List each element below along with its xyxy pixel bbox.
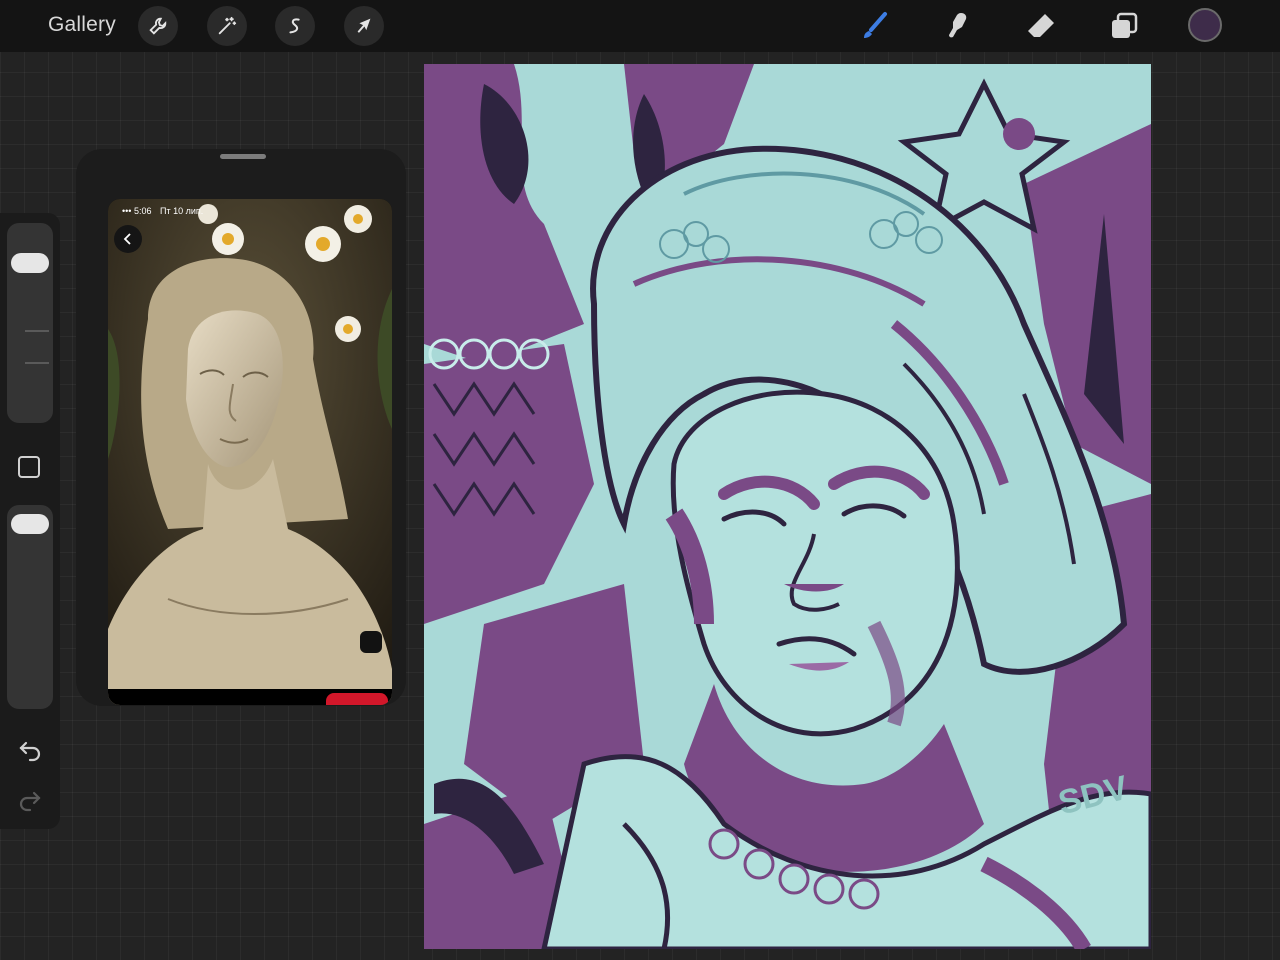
brush-size-handle[interactable]: [11, 252, 49, 273]
brush-icon: [864, 12, 887, 38]
phone-action-button[interactable]: [326, 693, 388, 705]
top-toolbar: Gallery: [0, 0, 1280, 52]
transform-button[interactable]: [344, 6, 384, 46]
selection-button[interactable]: [275, 6, 315, 46]
opacity-handle[interactable]: [11, 514, 49, 535]
brush-size-slider[interactable]: [7, 223, 53, 423]
slider-tick: [25, 362, 49, 364]
selection-icon: [289, 18, 300, 34]
actions-button[interactable]: [138, 6, 178, 46]
drawing-canvas[interactable]: SDV: [424, 64, 1151, 949]
phone-status-bar: ••• 5:06 Пт 10 лип.: [122, 206, 204, 216]
opacity-slider[interactable]: [7, 505, 53, 709]
undo-icon[interactable]: [17, 737, 43, 763]
reference-window[interactable]: ••• 5:06 Пт 10 лип.: [76, 149, 406, 706]
smudge-tool[interactable]: [941, 10, 973, 42]
layers-icon: [1112, 12, 1138, 38]
chevron-left-icon: [123, 233, 131, 245]
layers-tool[interactable]: [1108, 10, 1140, 42]
back-button[interactable]: [114, 225, 142, 253]
gallery-button[interactable]: Gallery: [48, 13, 116, 37]
brush-tool[interactable]: [858, 10, 890, 42]
visual-search-icon[interactable]: [360, 631, 382, 653]
redo-icon[interactable]: [17, 787, 43, 813]
phone-status-time: 5:06: [133, 206, 152, 216]
slider-tick: [25, 330, 49, 332]
modify-icon[interactable]: [18, 456, 40, 478]
color-swatch[interactable]: [1188, 8, 1222, 42]
statue-photo: [108, 199, 392, 705]
artwork: SDV: [424, 64, 1151, 949]
phone-status-date: Пт 10 лип.: [160, 206, 204, 216]
smudge-icon: [949, 13, 967, 38]
left-sidebar: [0, 213, 60, 829]
reference-grabber[interactable]: [220, 154, 266, 159]
reference-image: ••• 5:06 Пт 10 лип.: [108, 199, 392, 705]
transform-arrow-icon: [357, 18, 371, 33]
magic-wand-icon: [218, 16, 237, 35]
adjustments-button[interactable]: [207, 6, 247, 46]
eraser-tool[interactable]: [1025, 10, 1057, 42]
eraser-icon: [1028, 14, 1054, 37]
wrench-icon: [149, 17, 167, 35]
